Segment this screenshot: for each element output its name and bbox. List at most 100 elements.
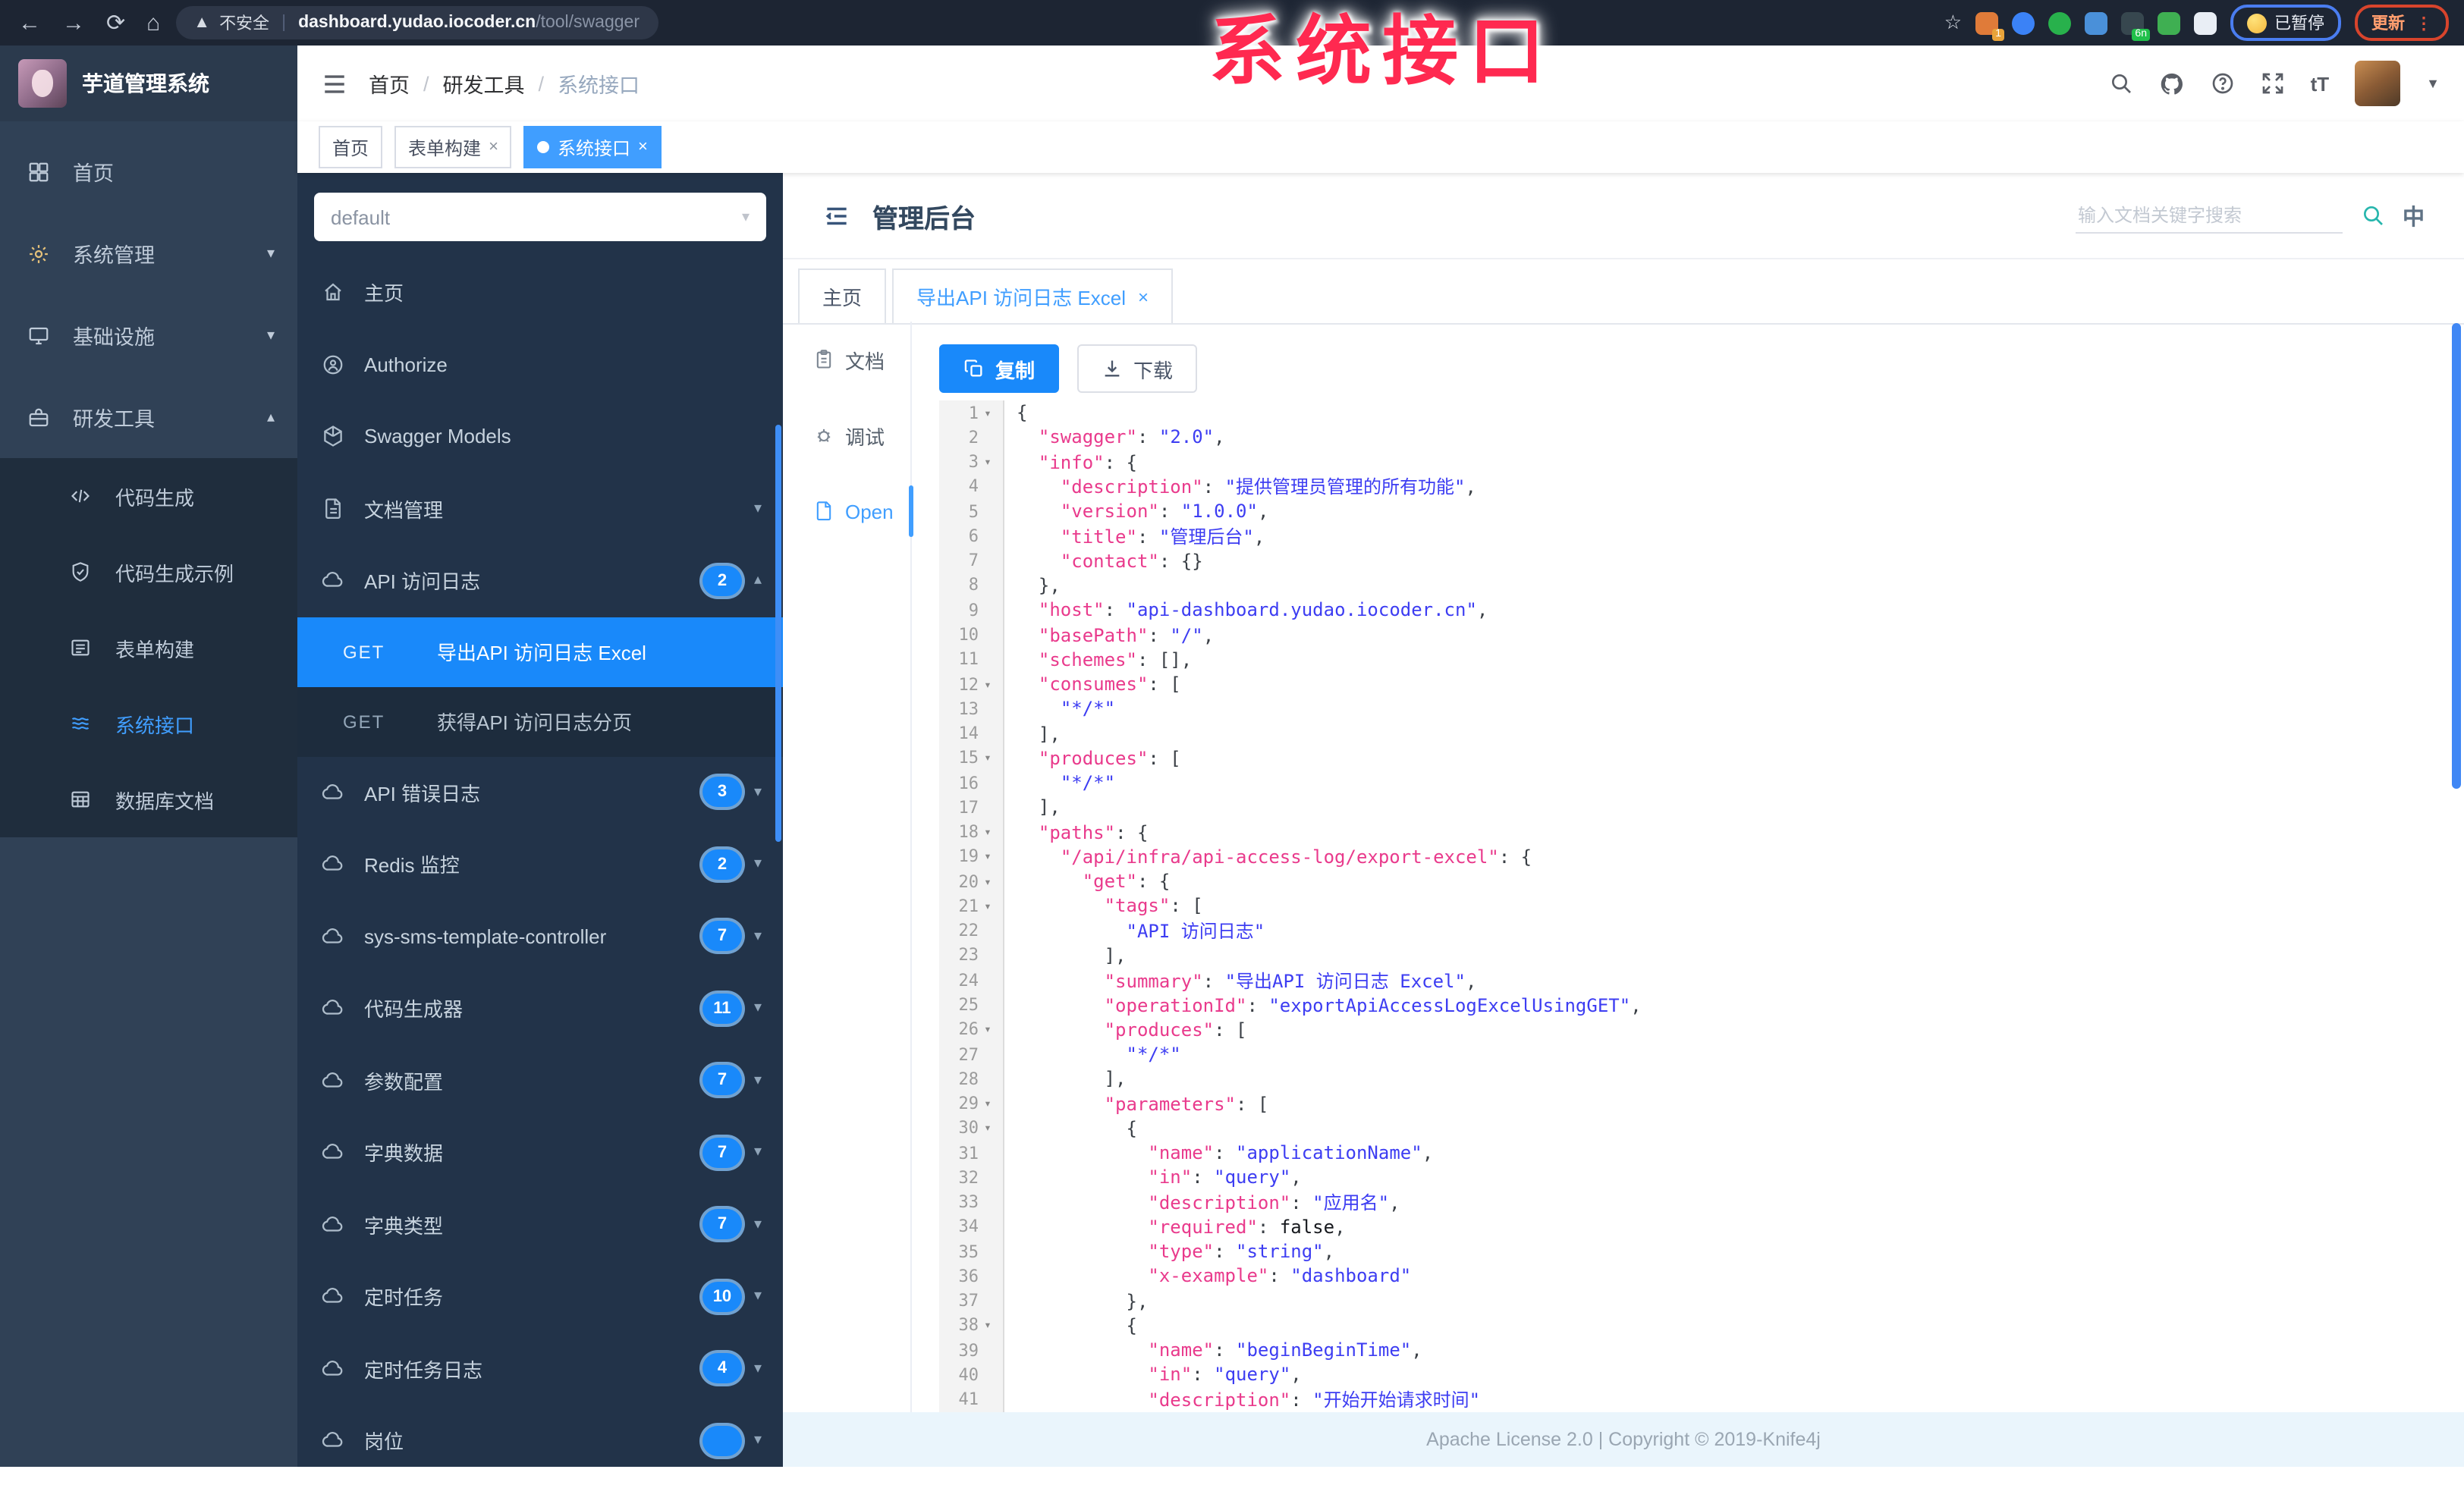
api-link-主页[interactable]: 主页 <box>297 256 783 328</box>
breadcrumb-item[interactable]: 首页 <box>369 68 410 99</box>
sidebar-item-系统接口[interactable]: 系统接口 <box>0 686 297 761</box>
sidebar-item-首页[interactable]: 首页 <box>0 130 297 212</box>
doc-search-icon[interactable] <box>2360 203 2384 228</box>
address-bar[interactable]: ▲ 不安全 | dashboard.yudao.iocoder.cn/tool/… <box>175 6 658 39</box>
api-group-Redis 监控[interactable]: Redis 监控 2 ▾ <box>297 828 783 900</box>
paused-extension-pill[interactable]: 已暂停 <box>2230 5 2341 41</box>
page-scrollbar[interactable] <box>2452 323 2461 789</box>
fold-caret-icon[interactable]: ▾ <box>979 677 997 691</box>
back-icon[interactable]: ← <box>18 10 41 36</box>
reload-icon[interactable]: ⟳ <box>106 9 125 36</box>
api-group-API 访问日志[interactable]: API 访问日志 2 ▴ <box>297 545 783 617</box>
doc-nav-调试[interactable]: 调试 <box>783 397 910 473</box>
fold-caret-icon[interactable]: ▾ <box>979 752 997 765</box>
api-group-字典类型[interactable]: 字典类型 7 ▾ <box>297 1188 783 1261</box>
api-group-参数配置[interactable]: 参数配置 7 ▾ <box>297 1044 783 1116</box>
logo[interactable]: 芋道管理系统 <box>0 46 297 121</box>
fold-caret-icon[interactable]: ▾ <box>979 455 997 469</box>
api-group-代码生成器[interactable]: 代码生成器 11 ▾ <box>297 972 783 1044</box>
sidebar-item-代码生成[interactable]: 代码生成 <box>0 458 297 534</box>
fold-caret-icon[interactable]: ▾ <box>979 874 997 888</box>
warning-icon[interactable]: ▲ <box>193 14 210 32</box>
avatar[interactable] <box>2355 61 2401 106</box>
api-operation-list: GET 导出API 访问日志 Excel GET 获得API 访问日志分页 <box>297 617 783 756</box>
api-operation-导出API 访问日志 Excel[interactable]: GET 导出API 访问日志 Excel <box>297 617 783 686</box>
tag-tab-系统接口[interactable]: 系统接口 × <box>523 126 662 168</box>
ext-white-star-icon[interactable] <box>2194 11 2217 34</box>
api-sidebar-scrollbar[interactable] <box>775 425 781 842</box>
api-link-Authorize[interactable]: Authorize <box>297 328 783 400</box>
hamburger-icon[interactable] <box>322 71 347 96</box>
api-group-select[interactable]: default ▾ <box>314 193 766 241</box>
api-link-Swagger Models[interactable]: Swagger Models <box>297 400 783 472</box>
ext-dark-icon[interactable]: 6n <box>2121 11 2150 40</box>
tag-tab-首页[interactable]: 首页 <box>319 126 383 168</box>
api-group-岗位[interactable]: 岗位 ▾ <box>297 1405 783 1467</box>
api-group-定时任务日志[interactable]: 定时任务日志 4 ▾ <box>297 1333 783 1405</box>
line-number: 2 <box>968 427 979 447</box>
collapse-menu-icon[interactable] <box>822 201 851 230</box>
fullscreen-icon[interactable] <box>2261 71 2285 96</box>
fold-caret-icon[interactable]: ▾ <box>979 1319 997 1333</box>
code-text: "title": "管理后台", <box>1060 526 1265 548</box>
github-icon[interactable] <box>2159 71 2185 96</box>
breadcrumb-item[interactable]: 研发工具 <box>443 68 525 99</box>
sidebar-item-代码生成示例[interactable]: 代码生成示例 <box>0 534 297 610</box>
api-group-API 错误日志[interactable]: API 错误日志 3 ▾ <box>297 756 783 828</box>
line-number: 18 <box>958 822 979 843</box>
fold-caret-icon[interactable]: ▾ <box>979 825 997 839</box>
forward-icon[interactable]: → <box>62 10 85 36</box>
fold-caret-icon[interactable]: ▾ <box>979 406 997 419</box>
breadcrumb-separator: / <box>423 72 429 95</box>
fold-caret-icon[interactable]: ▾ <box>979 1023 997 1037</box>
fold-caret-icon[interactable]: ▾ <box>979 850 997 864</box>
chevron-down-icon[interactable]: ▼ <box>2426 76 2440 91</box>
copy-button[interactable]: 复制 <box>939 344 1060 393</box>
api-operation-获得API 访问日志分页[interactable]: GET 获得API 访问日志分页 <box>297 686 783 756</box>
api-group-sys-sms-template-controller[interactable]: sys-sms-template-controller 7 ▾ <box>297 900 783 972</box>
gutter-cell: 33 <box>939 1190 1004 1215</box>
ext-green-circle-icon[interactable] <box>2048 11 2071 34</box>
sidebar-item-数据库文档[interactable]: 数据库文档 <box>0 761 297 837</box>
code-line: 13 "*/*" <box>939 696 2443 721</box>
api-group-定时任务[interactable]: 定时任务 10 ▾ <box>297 1261 783 1333</box>
close-icon[interactable]: × <box>1138 286 1149 307</box>
line-number: 27 <box>958 1044 979 1065</box>
tag-tab-表单构建[interactable]: 表单构建 × <box>394 126 512 168</box>
bookmark-star-icon[interactable]: ☆ <box>1944 11 1962 35</box>
gutter-cell: 7 <box>939 548 1004 573</box>
doc-nav-文档[interactable]: 文档 <box>783 322 910 397</box>
help-icon[interactable] <box>2211 71 2235 96</box>
sidebar-item-表单构建[interactable]: 表单构建 <box>0 610 297 686</box>
ext-blue-drop-icon[interactable] <box>2012 11 2035 34</box>
line-number: 9 <box>968 600 979 620</box>
code-line: 15 ▾ "produces": [ <box>939 746 2443 771</box>
doc-search-input[interactable] <box>2075 198 2342 233</box>
download-button[interactable]: 下载 <box>1077 344 1198 393</box>
ext-orange-icon[interactable]: 1 <box>1975 11 2004 40</box>
close-icon[interactable]: × <box>489 138 498 156</box>
code-text: { <box>1017 1117 1137 1139</box>
fold-caret-icon[interactable]: ▾ <box>979 1122 997 1135</box>
code-editor[interactable]: 1 ▾{2 "swagger": "2.0", 3 ▾ "info": {4 "des… <box>939 400 2443 1412</box>
api-group-文档管理[interactable]: 文档管理 ▾ <box>297 472 783 545</box>
browser-update-button[interactable]: 更新 ⋮ <box>2355 5 2449 41</box>
doc-tab-主页[interactable]: 主页 <box>798 268 887 323</box>
font-size-icon[interactable]: tT <box>2311 72 2330 95</box>
doc-tab-导出API 访问日志 Excel[interactable]: 导出API 访问日志 Excel × <box>892 268 1173 323</box>
search-icon[interactable] <box>2109 71 2133 96</box>
home-icon[interactable]: ⌂ <box>146 10 160 36</box>
ext-green-leaf-icon[interactable] <box>2158 11 2180 34</box>
code-text: ], <box>1017 796 1061 818</box>
sidebar-item-系统管理[interactable]: 系统管理 ▾ <box>0 212 297 294</box>
fold-caret-icon[interactable]: ▾ <box>979 899 997 913</box>
fold-caret-icon[interactable]: ▾ <box>979 1097 997 1110</box>
close-icon[interactable]: × <box>638 138 648 156</box>
doc-nav-Open[interactable]: Open <box>783 473 913 549</box>
browser-menu-icon[interactable]: ⋮ <box>2415 13 2432 33</box>
sidebar-item-研发工具[interactable]: 研发工具 ▴ <box>0 376 297 458</box>
sidebar-item-基础设施[interactable]: 基础设施 ▾ <box>0 294 297 376</box>
ext-blue-grid-icon[interactable] <box>2085 11 2107 34</box>
language-icon[interactable]: 中 <box>2403 199 2425 231</box>
api-group-字典数据[interactable]: 字典数据 7 ▾ <box>297 1116 783 1188</box>
